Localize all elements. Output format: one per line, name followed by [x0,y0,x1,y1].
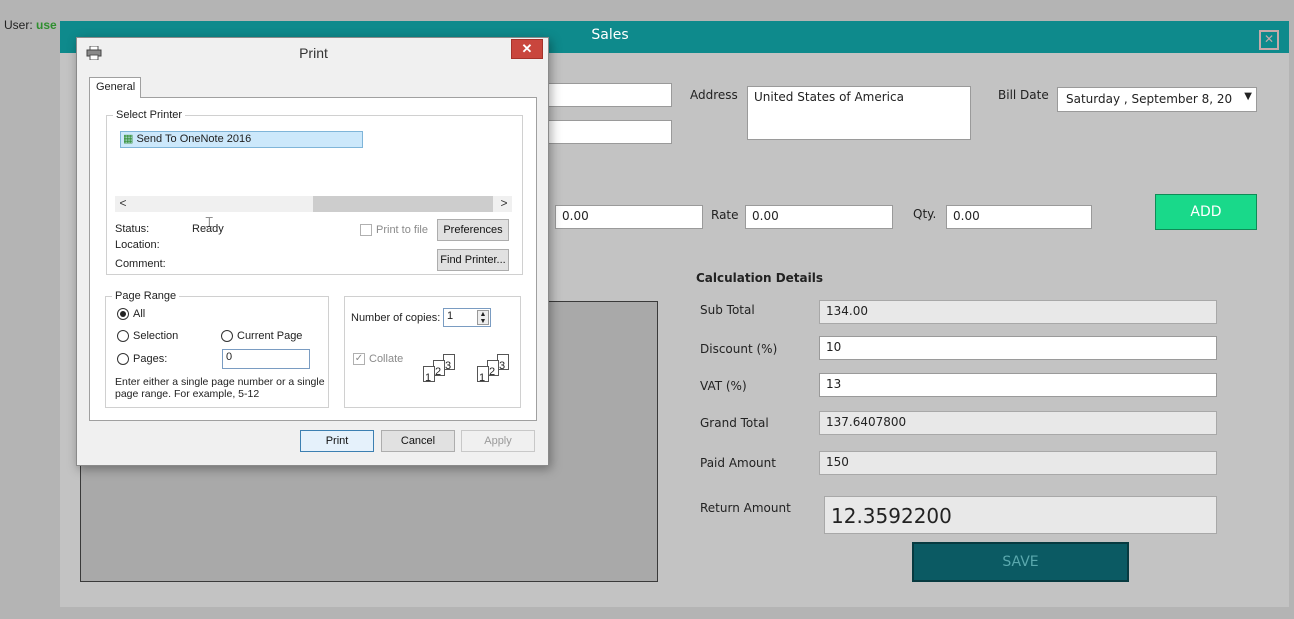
add-button[interactable]: ADD [1155,194,1257,230]
copies-label: Number of copies: [351,312,441,324]
print-to-file-label: Print to file [376,224,428,236]
vat-field[interactable]: 13 [819,373,1217,397]
current-page-radio[interactable] [221,330,233,342]
user-value: use [36,18,57,32]
selection-radio[interactable] [117,330,129,342]
customer-name-field[interactable] [540,83,672,107]
selection-radio-label: Selection [133,330,179,342]
print-dialog-title: Print [299,45,328,61]
collate-label: Collate [369,353,404,365]
sub-total-label: Sub Total [700,303,755,317]
collate-page-1-icon: 1 [423,366,435,384]
scroll-right-icon[interactable]: > [496,196,512,212]
rate-field[interactable]: 0.00 [745,205,893,229]
print-dialog: Print ✕ General Select Printer ▦ Send To… [76,37,549,466]
qty-field[interactable]: 0.00 [946,205,1092,229]
copies-input[interactable]: 1 ▲ ▼ [443,308,491,327]
customer-contact-field[interactable] [540,120,672,144]
location-label: Location: [115,239,160,251]
user-status: User: use [4,18,57,32]
printer-list-item[interactable]: ▦ Send To OneNote 2016 [120,131,363,148]
apply-button[interactable]: Apply [461,430,535,452]
collate-checkbox[interactable]: ✓ [353,353,365,365]
paid-amount-field[interactable]: 150 [819,451,1217,475]
tab-general[interactable]: General [89,77,141,98]
scroll-left-icon[interactable]: < [115,196,131,212]
discount-label: Discount (%) [700,342,778,356]
return-amount-label: Return Amount [700,501,791,515]
address-label: Address [690,88,738,102]
find-printer-button[interactable]: Find Printer... [437,249,509,271]
return-amount-field[interactable]: 12.3592200 [824,496,1217,534]
page-range-hint-line1: Enter either a single page number or a s… [115,376,325,388]
text-cursor-icon: ⌶ [205,214,214,230]
bill-date-picker[interactable]: Saturday , September 8, 20 ▼ [1057,87,1257,112]
page-range-label: Page Range [112,290,180,302]
print-to-file-checkbox[interactable] [360,224,372,236]
pages-radio-label: Pages: [133,353,168,365]
select-printer-label: Select Printer [113,109,186,121]
grand-total-field[interactable]: 137.6407800 [819,411,1217,435]
cancel-button[interactable]: Cancel [381,430,455,452]
all-radio[interactable] [117,308,129,320]
comment-label: Comment: [115,258,166,270]
bill-date-label: Bill Date [998,88,1049,102]
copies-value: 1 [447,310,454,322]
copies-spinner-icon[interactable]: ▲ ▼ [477,310,489,325]
address-field[interactable]: United States of America [747,86,971,140]
current-page-radio-label: Current Page [237,330,303,342]
printer-check-icon: ▦ [123,133,134,145]
qty-label: Qty. [913,207,937,221]
save-button[interactable]: SAVE [912,542,1129,582]
sub-total-field[interactable]: 134.00 [819,300,1217,324]
printer-list-scrollbar[interactable]: < > [115,196,512,212]
page-range-hint-line2: page range. For example, 5-12 [115,388,260,400]
discount-field[interactable]: 10 [819,336,1217,360]
close-icon[interactable]: ✕ [511,39,543,59]
collate-page-1-icon: 1 [477,366,489,384]
amount-field[interactable]: 0.00 [555,205,703,229]
sales-close-icon[interactable]: ✕ [1259,30,1279,50]
printer-name: Send To OneNote 2016 [136,133,252,145]
print-button[interactable]: Print [300,430,374,452]
bill-date-value: Saturday , September 8, 20 [1066,92,1233,106]
preferences-button[interactable]: Preferences [437,219,509,241]
user-label: User: [4,18,33,32]
pages-input[interactable]: 0 [222,349,310,369]
paid-amount-label: Paid Amount [700,456,776,470]
status-label: Status: [115,223,150,235]
calc-heading: Calculation Details [696,271,824,285]
scrollbar-thumb[interactable] [313,196,493,212]
pages-radio[interactable] [117,353,129,365]
chevron-down-icon[interactable]: ▼ [1244,91,1252,102]
grand-total-label: Grand Total [700,416,769,430]
rate-label: Rate [711,208,739,222]
all-radio-label: All [133,308,146,320]
vat-label: VAT (%) [700,379,747,393]
